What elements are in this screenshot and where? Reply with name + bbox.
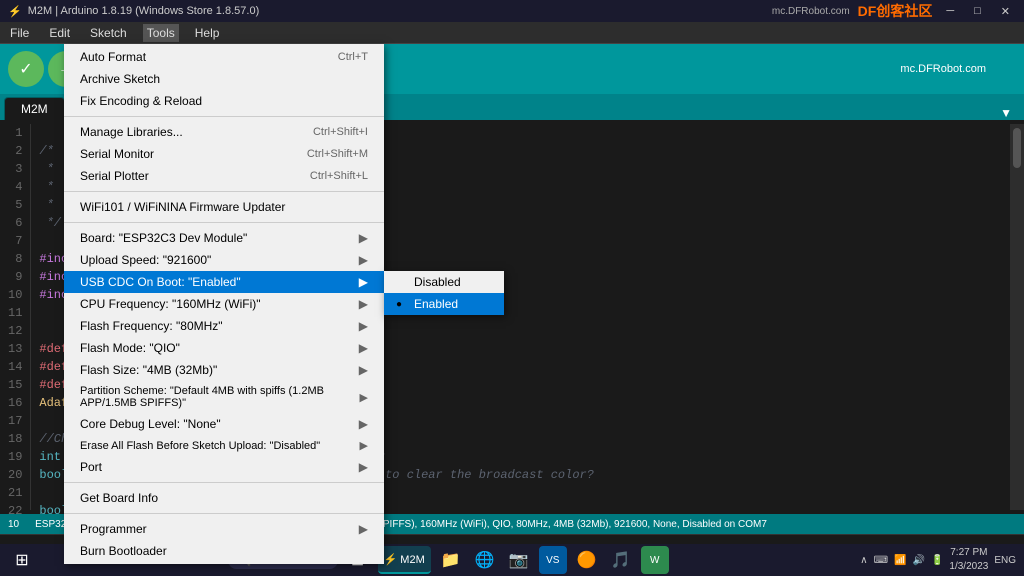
minimize-btn[interactable]: ─ (940, 5, 960, 17)
menu-separator-3 (64, 222, 384, 223)
menu-archive-sketch[interactable]: Archive Sketch (64, 68, 384, 90)
menu-separator-4 (64, 482, 384, 483)
app-icon: ⚡ (8, 5, 22, 18)
board-arrow: ▶ (359, 231, 368, 245)
tools-menu-section-4: Board: "ESP32C3 Dev Module" ▶ Upload Spe… (64, 225, 384, 480)
menu-separator-2 (64, 191, 384, 192)
brand-label: DF创客社区 (858, 1, 933, 21)
menu-burn-bootloader[interactable]: Burn Bootloader (64, 540, 384, 562)
menu-erase-flash[interactable]: Erase All Flash Before Sketch Upload: "D… (64, 435, 384, 456)
window-title: M2M | Arduino 1.8.19 (Windows Store 1.8.… (28, 5, 260, 17)
menu-flash-mode[interactable]: Flash Mode: "QIO" ▶ (64, 337, 384, 359)
menu-sketch[interactable]: Sketch (86, 24, 131, 42)
menu-core-debug[interactable]: Core Debug Level: "None" ▶ (64, 413, 384, 435)
partition-arrow: ▶ (360, 391, 368, 404)
toolbar-right: mc.DFRobot.com (900, 63, 986, 75)
menu-programmer[interactable]: Programmer ▶ (64, 518, 384, 540)
verify-button[interactable]: ✓ (8, 51, 44, 87)
website-display: mc.DFRobot.com (900, 63, 986, 75)
menu-cpu-freq[interactable]: CPU Frequency: "160MHz (WiFi)" ▶ (64, 293, 384, 315)
arduino-taskbar-label: ⚡ M2M (384, 553, 425, 566)
core-debug-arrow: ▶ (359, 417, 368, 431)
tools-menu-section-6: Programmer ▶ Burn Bootloader (64, 516, 384, 564)
title-bar-left: ⚡ M2M | Arduino 1.8.19 (Windows Store 1.… (8, 5, 259, 18)
menu-upload-speed[interactable]: Upload Speed: "921600" ▶ (64, 249, 384, 271)
taskbar-left: ⊞ (8, 546, 36, 574)
close-btn[interactable]: ✕ (995, 5, 1016, 18)
editor-scrollbar[interactable] (1010, 124, 1024, 510)
edge-taskbar-app[interactable]: 🌐 (471, 546, 499, 574)
menu-flash-freq[interactable]: Flash Frequency: "80MHz" ▶ (64, 315, 384, 337)
tools-menu[interactable]: Auto Format Ctrl+T Archive Sketch Fix En… (64, 44, 384, 564)
app7-taskbar[interactable]: W (641, 546, 669, 574)
menu-separator-5 (64, 513, 384, 514)
menu-get-board-info[interactable]: Get Board Info (64, 487, 384, 509)
menu-flash-size[interactable]: Flash Size: "4MB (32Mb)" ▶ (64, 359, 384, 381)
volume-icon[interactable]: 🔊 (912, 555, 924, 566)
menu-partition-scheme[interactable]: Partition Scheme: "Default 4MB with spif… (64, 381, 384, 413)
app6-taskbar[interactable]: 🎵 (607, 546, 635, 574)
network-icon[interactable]: 📶 (894, 555, 906, 566)
menu-manage-libraries[interactable]: Manage Libraries... Ctrl+Shift+I (64, 121, 384, 143)
flash-mode-arrow: ▶ (359, 341, 368, 355)
menu-tools[interactable]: Tools (143, 24, 179, 42)
line-number-display: 10 (8, 519, 19, 530)
lang-display[interactable]: ENG (994, 555, 1016, 566)
menu-board[interactable]: Board: "ESP32C3 Dev Module" ▶ (64, 227, 384, 249)
erase-flash-arrow: ▶ (360, 439, 368, 452)
line-numbers: 123456 789101112 131415161718 1920212223… (0, 124, 31, 510)
app5-taskbar[interactable]: 🟠 (573, 546, 601, 574)
menu-separator-1 (64, 116, 384, 117)
menu-fix-encoding[interactable]: Fix Encoding & Reload (64, 90, 384, 112)
programmer-arrow: ▶ (359, 522, 368, 536)
menu-auto-format[interactable]: Auto Format Ctrl+T (64, 46, 384, 68)
submenu-disabled[interactable]: Disabled (384, 271, 504, 293)
menu-file[interactable]: File (6, 24, 33, 42)
tools-menu-section-3: WiFi101 / WiFiNINA Firmware Updater (64, 194, 384, 220)
cpu-freq-arrow: ▶ (359, 297, 368, 311)
clock[interactable]: 7:27 PM 1/3/2023 (949, 546, 988, 574)
menu-bar: File Edit Sketch Tools Help (0, 22, 1024, 44)
tools-menu-section-2: Manage Libraries... Ctrl+Shift+I Serial … (64, 119, 384, 189)
menu-serial-plotter[interactable]: Serial Plotter Ctrl+Shift+L (64, 165, 384, 187)
date-display: 1/3/2023 (949, 560, 988, 574)
battery-icon: 🔋 (931, 555, 943, 566)
usb-submenu[interactable]: Disabled ● Enabled (384, 271, 504, 315)
app4-taskbar[interactable]: VS (539, 546, 567, 574)
menu-serial-monitor[interactable]: Serial Monitor Ctrl+Shift+M (64, 143, 384, 165)
submenu-enabled[interactable]: ● Enabled (384, 293, 504, 315)
flash-size-arrow: ▶ (359, 363, 368, 377)
scroll-thumb[interactable] (1013, 128, 1021, 168)
tab-dropdown-icon[interactable]: ▼ (992, 106, 1020, 120)
website-label: mc.DFRobot.com (772, 6, 850, 17)
explorer-taskbar-app[interactable]: 📁 (437, 546, 465, 574)
tools-menu-section-1: Auto Format Ctrl+T Archive Sketch Fix En… (64, 44, 384, 114)
taskbar-right: ∧ ⌨ 📶 🔊 🔋 7:27 PM 1/3/2023 ENG (860, 546, 1016, 574)
port-arrow: ▶ (359, 460, 368, 474)
menu-usb-cdc[interactable]: USB CDC On Boot: "Enabled" ▶ Disabled ● … (64, 271, 384, 293)
arduino-taskbar-app[interactable]: ⚡ M2M (378, 546, 431, 574)
menu-wifi-firmware[interactable]: WiFi101 / WiFiNINA Firmware Updater (64, 196, 384, 218)
tab-m2m[interactable]: M2M (4, 97, 65, 120)
tools-menu-section-5: Get Board Info (64, 485, 384, 511)
time-display: 7:27 PM (949, 546, 988, 560)
title-bar: ⚡ M2M | Arduino 1.8.19 (Windows Store 1.… (0, 0, 1024, 22)
app3-taskbar[interactable]: 📷 (505, 546, 533, 574)
menu-help[interactable]: Help (191, 24, 224, 42)
flash-freq-arrow: ▶ (359, 319, 368, 333)
menu-edit[interactable]: Edit (45, 24, 74, 42)
maximize-btn[interactable]: □ (968, 5, 987, 17)
keyboard-icon: ⌨ (874, 555, 888, 566)
hidden-icons-btn[interactable]: ∧ (860, 555, 867, 566)
menu-port[interactable]: Port ▶ (64, 456, 384, 478)
start-button[interactable]: ⊞ (8, 546, 36, 574)
upload-speed-arrow: ▶ (359, 253, 368, 267)
usb-cdc-arrow: ▶ (359, 275, 368, 289)
